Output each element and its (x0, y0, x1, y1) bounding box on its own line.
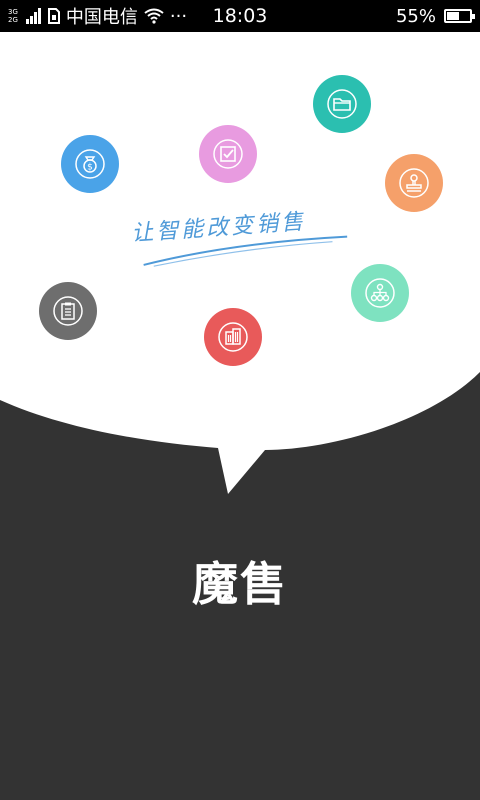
battery-icon (444, 9, 475, 23)
money-circle: $ (61, 135, 119, 193)
clipboard-circle (39, 282, 97, 340)
clipboard-icon (53, 296, 83, 326)
status-right: 55% (395, 0, 475, 32)
org-chart-circle (351, 264, 409, 322)
svg-text:$: $ (87, 163, 93, 173)
building-icon (218, 322, 248, 352)
battery-percent: 55% (395, 5, 436, 27)
battery-level-fill (447, 12, 460, 20)
folder-icon (327, 89, 357, 119)
speech-bubble (0, 32, 480, 494)
org-chart-icon (365, 278, 395, 308)
building-circle (204, 308, 262, 366)
status-bar: 3G 2G 中国电信 ··· 18:03 55% (0, 0, 480, 32)
checklist-icon (213, 139, 243, 169)
folder-circle (313, 75, 371, 133)
checklist-circle (199, 125, 257, 183)
money-bag-icon: $ (75, 149, 105, 179)
stamp-icon (399, 168, 429, 198)
brand-logo-text: 魔售 (192, 557, 288, 611)
stamp-circle (385, 154, 443, 212)
